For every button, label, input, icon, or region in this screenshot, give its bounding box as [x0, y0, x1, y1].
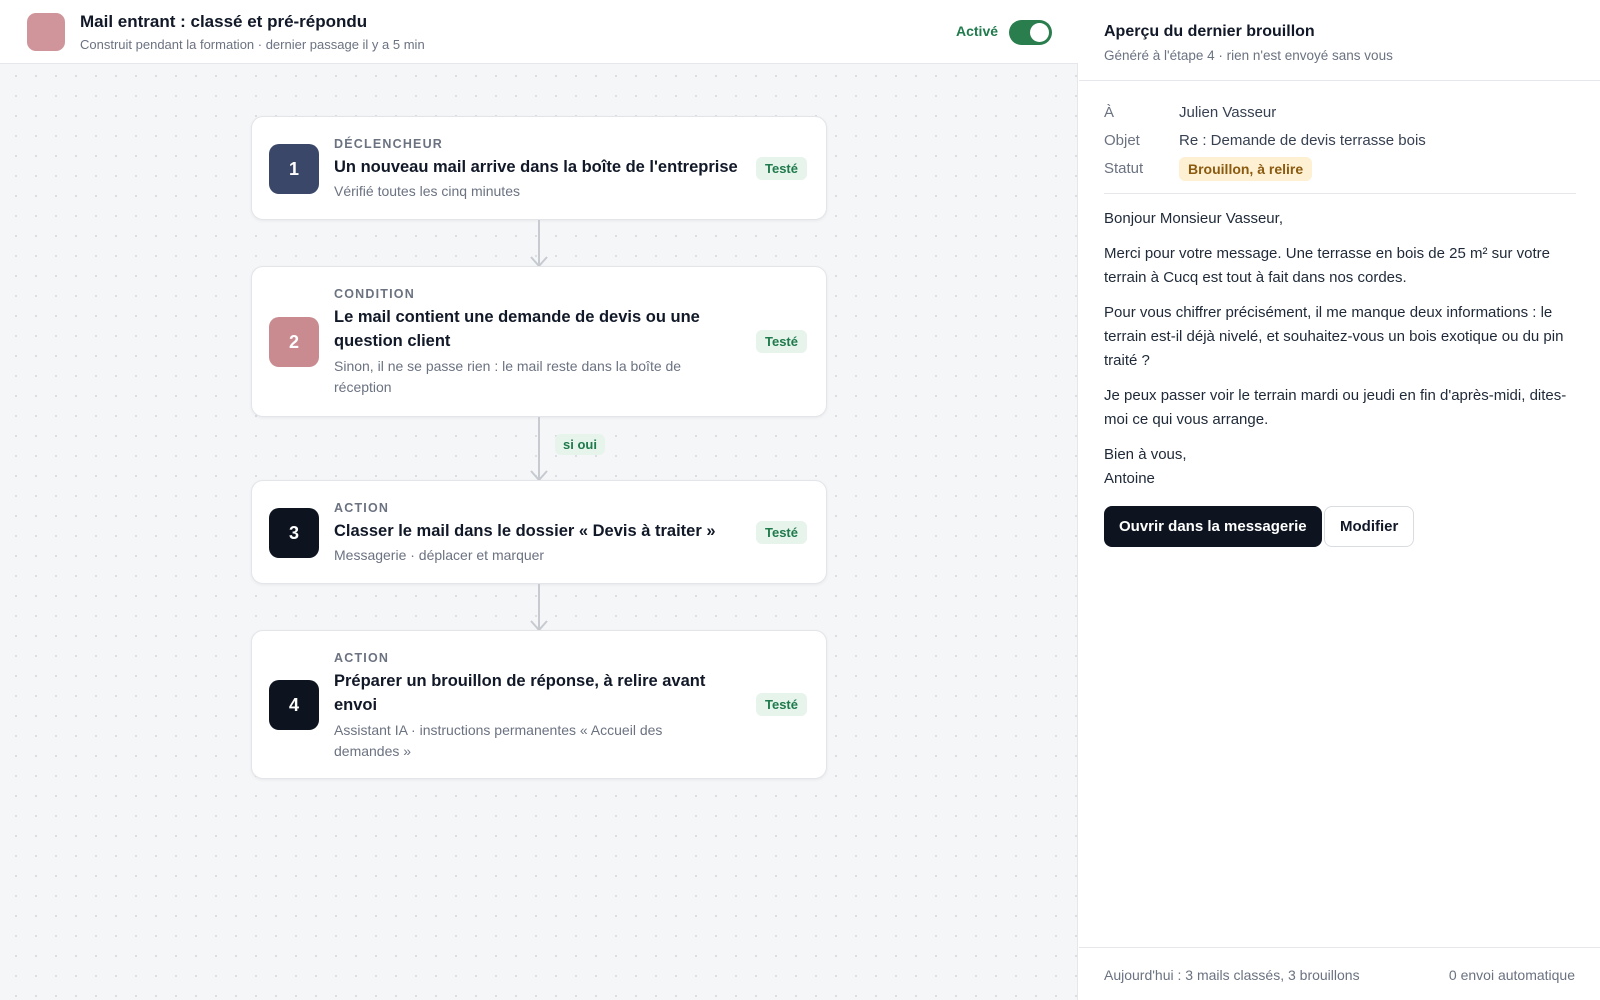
tested-badge: Testé	[756, 693, 807, 716]
draft-preview-panel: Aperçu du dernier brouillon Généré à l'é…	[1079, 0, 1600, 1000]
email-paragraph: Pour vous chiffrer précisément, il me ma…	[1104, 304, 1564, 369]
panel-footer: Aujourd'hui : 3 mails classés, 3 brouill…	[1079, 947, 1600, 1000]
step-number-badge: 2	[269, 317, 319, 367]
email-signature: Antoine	[1104, 470, 1155, 487]
step-card-condition[interactable]: 2 CONDITION Le mail contient une demande…	[251, 266, 827, 417]
panel-subtitle: Généré à l'étape 4 · rien n'est envoyé s…	[1104, 48, 1393, 63]
panel-title: Aperçu du dernier brouillon	[1104, 23, 1315, 40]
step-kind: DÉCLENCHEUR	[334, 137, 444, 151]
step-card-draft-reply[interactable]: 4 ACTION Préparer un brouillon de répons…	[251, 630, 827, 779]
subject-label: Objet	[1104, 132, 1140, 149]
toggle-knob	[1030, 23, 1049, 42]
step-description: Sinon, il ne se passe rien : le mail res…	[334, 358, 682, 395]
step-kind: ACTION	[334, 651, 390, 665]
step-number-badge: 1	[269, 144, 319, 194]
panel-header: Aperçu du dernier brouillon Généré à l'é…	[1079, 0, 1600, 81]
auto-send-count: 0 envoi automatique	[1448, 967, 1575, 983]
step-number-badge: 3	[269, 508, 319, 558]
step-card-trigger[interactable]: 1 DÉCLENCHEUR Un nouveau mail arrive dan…	[251, 116, 827, 220]
workflow-title: Mail entrant : classé et pré-répondu	[80, 12, 368, 31]
tested-badge: Testé	[756, 157, 807, 180]
workflow-header: Mail entrant : classé et pré-répondu Con…	[0, 0, 1078, 64]
subject-value: Re : Demande de devis terrasse bois	[1179, 132, 1426, 149]
email-greeting: Bonjour Monsieur Vasseur,	[1104, 210, 1283, 227]
step-description: Assistant IA · instructions permanentes …	[334, 722, 663, 759]
to-value: Julien Vasseur	[1179, 104, 1277, 121]
step-kind: ACTION	[334, 501, 390, 515]
status-label: Statut	[1104, 160, 1144, 177]
divider	[1104, 193, 1576, 194]
step-title: Classer le mail dans le dossier « Devis …	[334, 522, 716, 540]
draft-status-badge: Brouillon, à relire	[1179, 157, 1313, 181]
step-title: Le mail contient une demande de devis ou…	[334, 308, 700, 350]
tested-badge: Testé	[756, 330, 807, 353]
active-label: Activé	[956, 23, 999, 39]
step-card-classify[interactable]: 3 ACTION Classer le mail dans le dossier…	[251, 480, 827, 584]
open-in-mail-button[interactable]: Ouvrir dans la messagerie	[1104, 506, 1322, 547]
branch-yes-label: si oui	[555, 434, 605, 455]
tested-badge: Testé	[756, 521, 807, 544]
step-number-badge: 4	[269, 680, 319, 730]
email-paragraph: Merci pour votre message. Une terrasse e…	[1104, 245, 1551, 286]
to-label: À	[1104, 104, 1115, 121]
workflow-icon	[27, 13, 65, 51]
email-closing: Bien à vous,	[1104, 446, 1187, 463]
today-summary: Aujourd'hui : 3 mails classés, 3 brouill…	[1104, 967, 1360, 983]
step-description: Vérifié toutes les cinq minutes	[334, 183, 520, 199]
workflow-canvas: Mail entrant : classé et pré-répondu Con…	[0, 0, 1078, 1000]
edit-button[interactable]: Modifier	[1324, 506, 1415, 547]
step-kind: CONDITION	[334, 287, 415, 301]
step-title: Un nouveau mail arrive dans la boîte de …	[334, 158, 738, 176]
step-description: Messagerie · déplacer et marquer	[334, 547, 545, 563]
email-paragraph: Je peux passer voir le terrain mardi ou …	[1104, 387, 1567, 428]
email-body: Bonjour Monsieur Vasseur, Merci pour vot…	[1104, 207, 1576, 491]
workflow-subtitle: Construit pendant la formation · dernier…	[80, 37, 425, 52]
step-title: Préparer un brouillon de réponse, à reli…	[334, 672, 706, 714]
active-toggle[interactable]	[1009, 20, 1052, 45]
